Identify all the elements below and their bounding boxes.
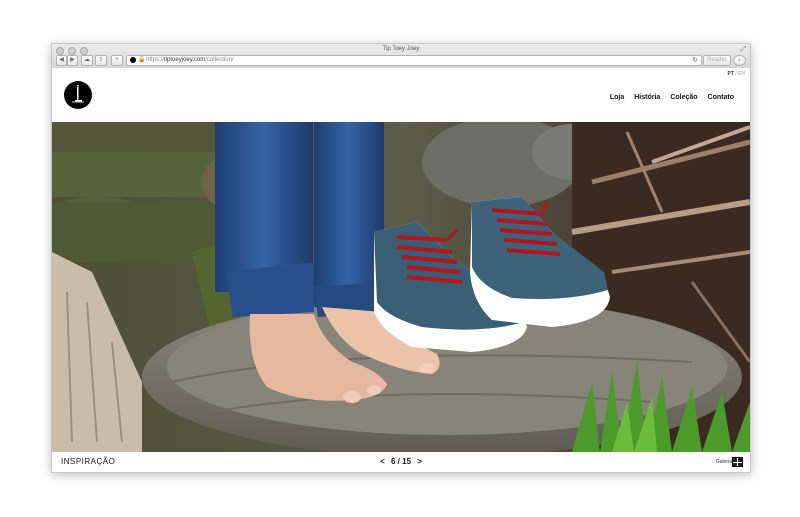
nav-item-contato[interactable]: Contato xyxy=(708,94,734,101)
next-slide-button[interactable]: > xyxy=(413,457,426,466)
fullscreen-icon[interactable]: ⤢ xyxy=(740,46,746,54)
main-nav: Loja História Coleção Contato xyxy=(610,94,734,101)
back-button[interactable]: ◀ xyxy=(56,55,67,66)
slide-pager: < 6 / 15 > xyxy=(52,457,750,466)
browser-window: Tip Toey Joey ⤢ ◀ ▶ ☁ ⇪ + 🔒 https://tipt… xyxy=(51,43,751,473)
download-button[interactable]: ↓ xyxy=(733,55,746,66)
reader-button[interactable]: Reader xyxy=(703,55,731,66)
hero-photo-illustration xyxy=(52,117,750,457)
current-slide-number: 6 xyxy=(390,457,396,466)
grid-icon[interactable] xyxy=(732,457,743,467)
icloud-icon: ☁ xyxy=(84,57,90,63)
url-protocol: https:// xyxy=(146,57,165,63)
window-title: Tip Toey Joey xyxy=(382,46,420,52)
gallery-link[interactable]: Galeria xyxy=(716,459,732,465)
hero-photo xyxy=(52,117,750,457)
browser-titlebar: Tip Toey Joey ⤢ ◀ ▶ ☁ ⇪ + 🔒 https://tipt… xyxy=(52,44,750,69)
site-logo[interactable] xyxy=(64,81,92,109)
nav-item-historia[interactable]: História xyxy=(634,94,660,101)
slideshow-footer: INSPIRAÇÃO < 6 / 15 > Galeria xyxy=(52,452,750,472)
lang-en[interactable]: EN xyxy=(738,71,745,77)
icloud-button[interactable]: ☁ xyxy=(81,55,93,66)
total-slides: 15 xyxy=(402,457,412,466)
url-path: /collection/ xyxy=(205,57,234,63)
language-switcher: PT / EN xyxy=(727,71,745,77)
back-icon: ◀ xyxy=(59,57,64,63)
new-tab-icon: + xyxy=(115,57,119,63)
lang-pt[interactable]: PT xyxy=(727,71,733,77)
new-tab-button[interactable]: + xyxy=(111,55,123,66)
site-favicon-icon xyxy=(130,57,136,63)
url-host: tiptoeyjoey.com xyxy=(164,57,206,63)
site-header: PT / EN Loja História Coleção Contato xyxy=(52,68,750,122)
tiptoe-logo-icon xyxy=(72,84,84,103)
slide-separator: / xyxy=(397,457,400,466)
lock-icon: 🔒 xyxy=(138,57,146,63)
lang-separator: / xyxy=(735,71,737,77)
forward-button[interactable]: ▶ xyxy=(67,55,78,66)
nav-item-colecao[interactable]: Coleção xyxy=(670,94,697,101)
nav-item-loja[interactable]: Loja xyxy=(610,94,624,101)
prev-slide-button[interactable]: < xyxy=(376,457,389,466)
url-text[interactable]: https://tiptoeyjoey.com/collection/ xyxy=(146,56,234,65)
download-icon: ↓ xyxy=(738,57,741,63)
share-icon: ⇪ xyxy=(98,57,104,63)
forward-icon: ▶ xyxy=(70,57,75,63)
share-button[interactable]: ⇪ xyxy=(95,55,107,66)
address-bar[interactable]: 🔒 https://tiptoeyjoey.com/collection/ ↻ xyxy=(126,55,702,66)
reload-icon[interactable]: ↻ xyxy=(692,56,698,65)
